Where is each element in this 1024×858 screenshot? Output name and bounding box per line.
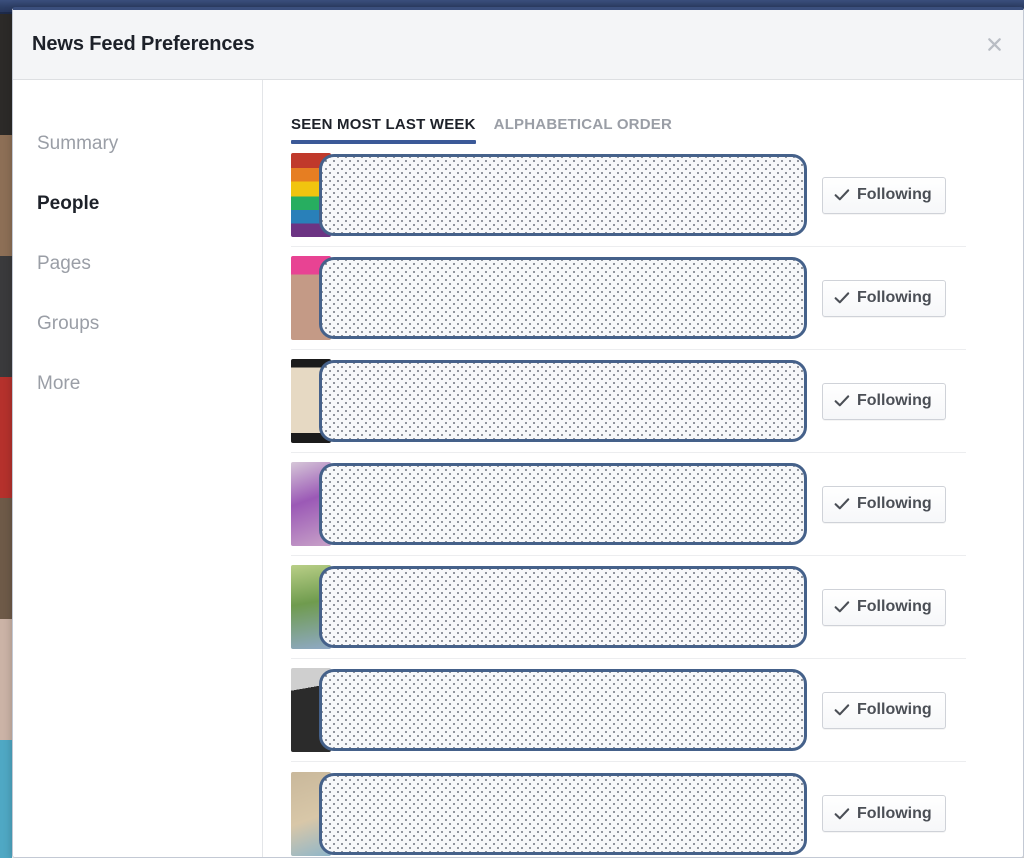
sidebar-item-summary[interactable]: Summary — [13, 114, 262, 174]
news-feed-preferences-dialog: News Feed Preferences Summary People Pages… — [12, 7, 1024, 858]
background-photo-tile — [0, 498, 12, 619]
dialog-header: News Feed Preferences — [13, 10, 1023, 80]
background-photo-tile — [0, 135, 12, 256]
background-photo-tile — [0, 377, 12, 498]
following-button-label: Following — [857, 392, 932, 409]
dialog-content: SEEN MOST LAST WEEK ALPHABETICAL ORDER Fo… — [263, 80, 1023, 857]
following-button-label: Following — [857, 186, 932, 203]
person-row: Following — [291, 247, 966, 350]
check-icon — [834, 291, 850, 305]
person-row: Following — [291, 659, 966, 762]
sidebar-item-label: Summary — [37, 133, 119, 154]
redacted-name-field — [319, 257, 807, 339]
sidebar-item-label: Pages — [37, 253, 91, 274]
following-button-label: Following — [857, 598, 932, 615]
redacted-name-field — [319, 154, 807, 236]
check-icon — [834, 807, 850, 821]
tab-seen-most-last-week[interactable]: SEEN MOST LAST WEEK — [291, 116, 476, 144]
sidebar-item-more[interactable]: More — [13, 354, 262, 414]
tab-alphabetical-order[interactable]: ALPHABETICAL ORDER — [494, 116, 672, 144]
following-button-label: Following — [857, 289, 932, 306]
following-button-label: Following — [857, 495, 932, 512]
redacted-name-field — [319, 669, 807, 751]
redacted-name-field — [319, 463, 807, 545]
following-button[interactable]: Following — [822, 382, 946, 420]
background-photo-tile — [0, 619, 12, 740]
person-row: Following — [291, 556, 966, 659]
person-row: Following — [291, 144, 966, 247]
background-photo-tile — [0, 256, 12, 377]
person-row: Following — [291, 350, 966, 453]
dialog-sidebar: Summary People Pages Groups More — [13, 80, 263, 857]
redacted-name-field — [319, 360, 807, 442]
redacted-name-field — [319, 772, 807, 855]
check-icon — [834, 188, 850, 202]
page-root: News Feed Preferences Summary People Pages… — [0, 0, 1024, 858]
check-icon — [834, 600, 850, 614]
content-tabs: SEEN MOST LAST WEEK ALPHABETICAL ORDER — [291, 80, 1023, 144]
page-title: News Feed Preferences — [32, 33, 255, 55]
people-list: Following Following Following Following Foll… — [291, 144, 966, 857]
sidebar-item-people[interactable]: People — [13, 174, 262, 234]
background-photo-tile — [0, 740, 12, 858]
redacted-name-field — [319, 566, 807, 648]
check-icon — [834, 497, 850, 511]
close-icon[interactable] — [981, 32, 1007, 58]
following-button[interactable]: Following — [822, 588, 946, 626]
following-button[interactable]: Following — [822, 279, 946, 317]
following-button-label: Following — [857, 804, 932, 822]
person-row: Following — [291, 453, 966, 556]
check-icon — [834, 394, 850, 408]
sidebar-item-label: People — [37, 193, 100, 214]
dialog-body: Summary People Pages Groups More SEEN MOST L… — [13, 80, 1023, 857]
following-button[interactable]: Following — [822, 485, 946, 523]
following-button-label: Following — [857, 701, 932, 718]
sidebar-item-groups[interactable]: Groups — [13, 294, 262, 354]
person-row: Following — [291, 762, 966, 857]
sidebar-item-pages[interactable]: Pages — [13, 234, 262, 294]
following-button[interactable]: Following — [822, 795, 946, 832]
sidebar-item-label: More — [37, 373, 81, 394]
following-button[interactable]: Following — [822, 691, 946, 729]
background-photo-tile — [0, 14, 12, 135]
check-icon — [834, 703, 850, 717]
sidebar-item-label: Groups — [37, 313, 100, 334]
background-feed-strip-left — [0, 14, 12, 858]
following-button[interactable]: Following — [822, 176, 946, 214]
